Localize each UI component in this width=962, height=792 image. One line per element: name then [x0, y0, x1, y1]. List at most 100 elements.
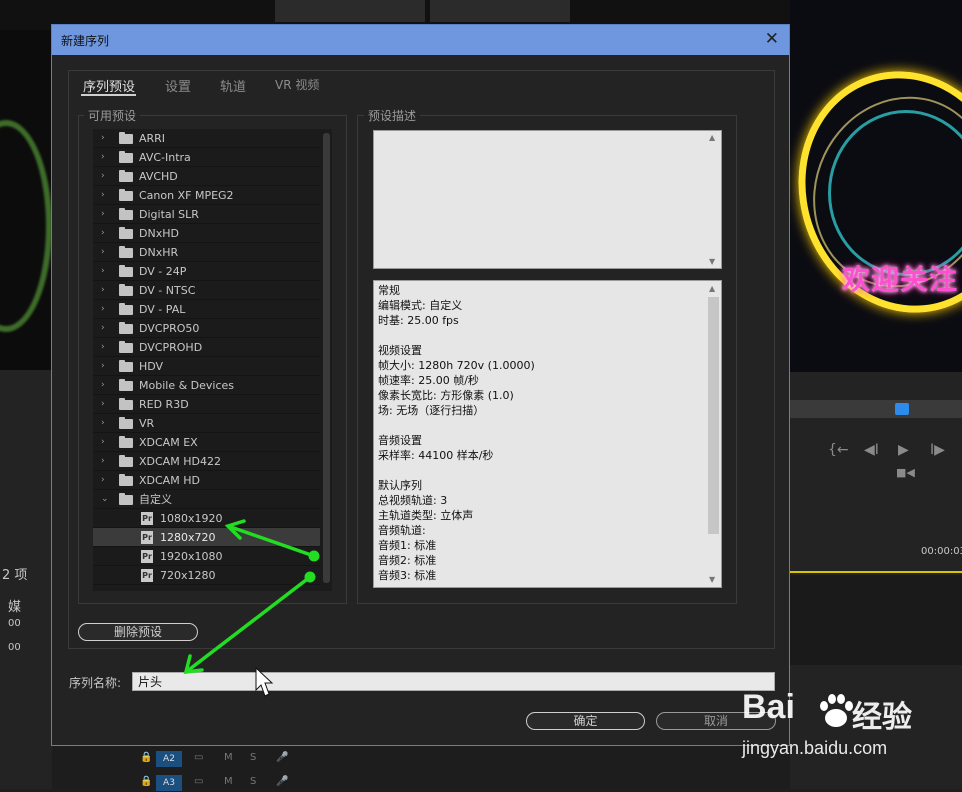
tab-tracks[interactable]: 轨道 [220, 76, 246, 95]
close-icon[interactable]: ✕ [765, 29, 779, 49]
chevron-right-icon[interactable]: › [101, 452, 111, 471]
ok-button[interactable]: 确定 [526, 712, 645, 730]
lift-icon[interactable]: ■◀ [896, 466, 915, 479]
chevron-right-icon[interactable]: › [101, 205, 111, 224]
chevron-right-icon[interactable]: › [101, 433, 111, 452]
microphone-icon[interactable]: 🎤 [276, 776, 288, 787]
chevron-right-icon[interactable]: › [101, 338, 111, 357]
folder-icon [119, 246, 133, 258]
chevron-right-icon[interactable]: › [101, 281, 111, 300]
preset-folder[interactable]: › Mobile & Devices [93, 376, 320, 395]
step-back-icon[interactable]: ◀I [864, 442, 879, 458]
program-monitor: 欢迎关注 [790, 0, 962, 372]
folder-label: XDCAM HD [139, 474, 200, 487]
preset-folder[interactable]: ⌄ 自定义 [93, 490, 320, 509]
preset-folder[interactable]: › DV - NTSC [93, 281, 320, 300]
track-label[interactable]: A2 [156, 751, 182, 767]
sequence-name-input[interactable] [132, 672, 775, 691]
preset-folder[interactable]: › DV - 24P [93, 262, 320, 281]
sync-icon[interactable]: ▭ [194, 776, 203, 787]
scroll-up-icon[interactable]: ▲ [709, 133, 715, 142]
preset-folder[interactable]: › DVCPRO50 [93, 319, 320, 338]
preset-description-box[interactable]: ▲ ▼ [373, 130, 722, 269]
preset-info-line: 编辑模式: 自定义 [378, 299, 463, 312]
chevron-right-icon[interactable]: › [101, 243, 111, 262]
preset-item[interactable]: Pr 1280x720 [93, 528, 320, 547]
tab-vr-video[interactable]: VR 视频 [275, 76, 319, 93]
lock-icon[interactable]: 🔒 [140, 752, 152, 763]
lock-icon[interactable]: 🔒 [140, 776, 152, 787]
preset-folder[interactable]: › XDCAM HD422 [93, 452, 320, 471]
scroll-up-icon[interactable]: ▲ [709, 284, 715, 293]
folder-icon [119, 303, 133, 315]
folder-icon [119, 493, 133, 505]
timeline-tracks [790, 575, 962, 665]
tree-scrollbar[interactable] [323, 133, 330, 583]
preset-folder[interactable]: › AVCHD [93, 167, 320, 186]
preset-item[interactable]: Pr 720x1280 [93, 566, 320, 585]
chevron-right-icon[interactable]: › [101, 357, 111, 376]
preset-folder[interactable]: › Digital SLR [93, 205, 320, 224]
monitor-scrubber[interactable] [790, 400, 962, 418]
chevron-right-icon[interactable]: › [101, 224, 111, 243]
preset-folder[interactable]: › DNxHR [93, 243, 320, 262]
microphone-icon[interactable]: 🎤 [276, 752, 288, 763]
scrollbar-thumb[interactable] [708, 297, 719, 534]
folder-label: AVC-Intra [139, 151, 191, 164]
folder-label: ARRI [139, 132, 166, 145]
play-icon[interactable]: ▶ [898, 442, 909, 458]
preset-item[interactable]: Pr 1920x1080 [93, 547, 320, 566]
preset-folder[interactable]: › RED R3D [93, 395, 320, 414]
preset-folder[interactable]: › AVC-Intra [93, 148, 320, 167]
solo-button[interactable]: S [250, 752, 256, 763]
mute-button[interactable]: M [224, 776, 233, 787]
mute-button[interactable]: M [224, 752, 233, 763]
sync-icon[interactable]: ▭ [194, 752, 203, 763]
preset-label: 1080x1920 [160, 512, 223, 525]
preset-info-line: 像素长宽比: 方形像素 (1.0) [378, 389, 514, 402]
description-scrollbar[interactable]: ▲ ▼ [706, 131, 721, 268]
chevron-right-icon[interactable]: › [101, 414, 111, 433]
preset-tree[interactable]: › ARRI › AVC-Intra › AVCHD › Canon XF MPEG2 › Dig… [93, 129, 332, 591]
dialog-titlebar[interactable]: 新建序列 ✕ [52, 25, 789, 55]
preset-folder[interactable]: › DVCPROHD [93, 338, 320, 357]
solo-button[interactable]: S [250, 776, 256, 787]
timeline-timecode: 00:00:03 [921, 546, 962, 557]
scroll-down-icon[interactable]: ▼ [709, 257, 715, 266]
preset-folder[interactable]: › VR [93, 414, 320, 433]
watermark-logo-text: Bai [742, 688, 795, 726]
preset-folder[interactable]: › XDCAM EX [93, 433, 320, 452]
tab-settings[interactable]: 设置 [165, 76, 191, 95]
preset-folder[interactable]: › DV - PAL [93, 300, 320, 319]
chevron-right-icon[interactable]: › [101, 300, 111, 319]
preset-item[interactable]: Pr 1080x1920 [93, 509, 320, 528]
preset-folder[interactable]: › XDCAM HD [93, 471, 320, 490]
preset-folder[interactable]: › Canon XF MPEG2 [93, 186, 320, 205]
info-scrollbar[interactable]: ▲ ▼ [706, 281, 721, 587]
chevron-right-icon[interactable]: › [101, 376, 111, 395]
folder-label: HDV [139, 360, 164, 373]
folder-label: DNxHR [139, 246, 179, 259]
folder-label: XDCAM HD422 [139, 455, 221, 468]
playhead-marker[interactable] [895, 403, 909, 415]
preset-description-label: 预设描述 [364, 107, 421, 124]
step-forward-icon[interactable]: I▶ [930, 442, 945, 458]
chevron-right-icon[interactable]: › [101, 471, 111, 490]
preset-folder[interactable]: › HDV [93, 357, 320, 376]
preset-folder[interactable]: › ARRI [93, 129, 320, 148]
chevron-right-icon[interactable]: › [101, 395, 111, 414]
chevron-right-icon[interactable]: › [101, 148, 111, 167]
preset-folder[interactable]: › DNxHD [93, 224, 320, 243]
tab-sequence-presets[interactable]: 序列预设 [83, 76, 135, 95]
delete-preset-button[interactable]: 删除预设 [78, 623, 198, 641]
chevron-right-icon[interactable]: › [101, 129, 111, 148]
preset-info-box[interactable]: ▲ ▼ 常规 编辑模式: 自定义 时基: 25.00 fps 视频设置 帧大小: … [373, 280, 722, 588]
sequence-name-label: 序列名称: [69, 676, 122, 690]
mark-in-icon[interactable]: {← [828, 442, 849, 458]
scroll-down-icon[interactable]: ▼ [709, 575, 715, 584]
chevron-right-icon[interactable]: › [101, 262, 111, 281]
chevron-right-icon[interactable]: › [101, 167, 111, 186]
chevron-down-icon[interactable]: ⌄ [101, 490, 111, 509]
chevron-right-icon[interactable]: › [101, 319, 111, 338]
chevron-right-icon[interactable]: › [101, 186, 111, 205]
